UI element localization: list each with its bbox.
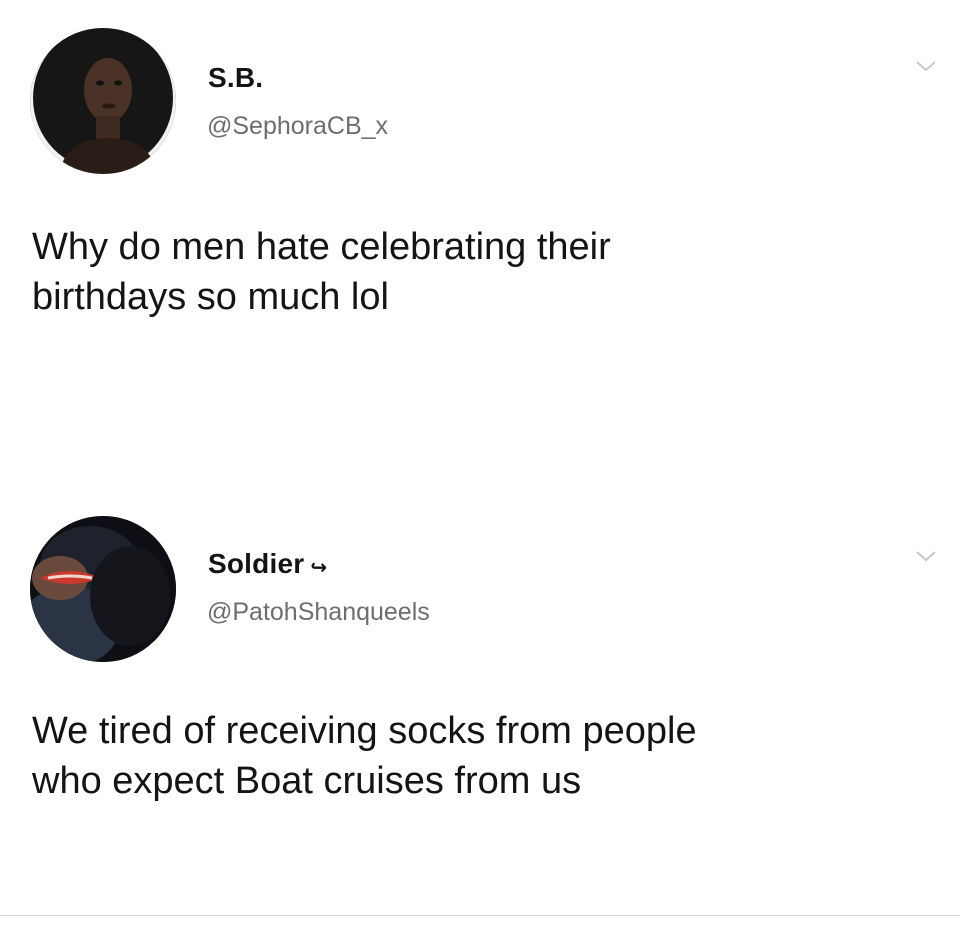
tweet-text: Why do men hate celebrating their birthd… bbox=[32, 226, 611, 318]
user-handle[interactable]: @SephoraCB_x bbox=[207, 112, 388, 141]
arrow-hook-icon: ↪ bbox=[310, 556, 328, 579]
display-name[interactable]: Soldier ↪ bbox=[208, 548, 327, 580]
avatar[interactable] bbox=[30, 516, 176, 662]
tweet-text: We tired of receiving socks from people … bbox=[32, 710, 697, 802]
profile-photo-icon bbox=[30, 516, 176, 662]
avatar[interactable] bbox=[30, 28, 176, 174]
tweet-card[interactable]: S.B. @SephoraCB_x Why do men hate celebr… bbox=[0, 0, 960, 450]
display-name[interactable]: S.B. bbox=[208, 62, 263, 94]
user-handle[interactable]: @PatohShanqueels bbox=[207, 598, 430, 627]
chevron-down-icon[interactable] bbox=[914, 548, 938, 564]
tweet-card[interactable]: Soldier ↪ @PatohShanqueels We tired of r… bbox=[0, 500, 960, 900]
profile-photo-icon bbox=[30, 28, 176, 174]
chevron-down-icon[interactable] bbox=[914, 58, 938, 74]
divider bbox=[0, 915, 960, 916]
